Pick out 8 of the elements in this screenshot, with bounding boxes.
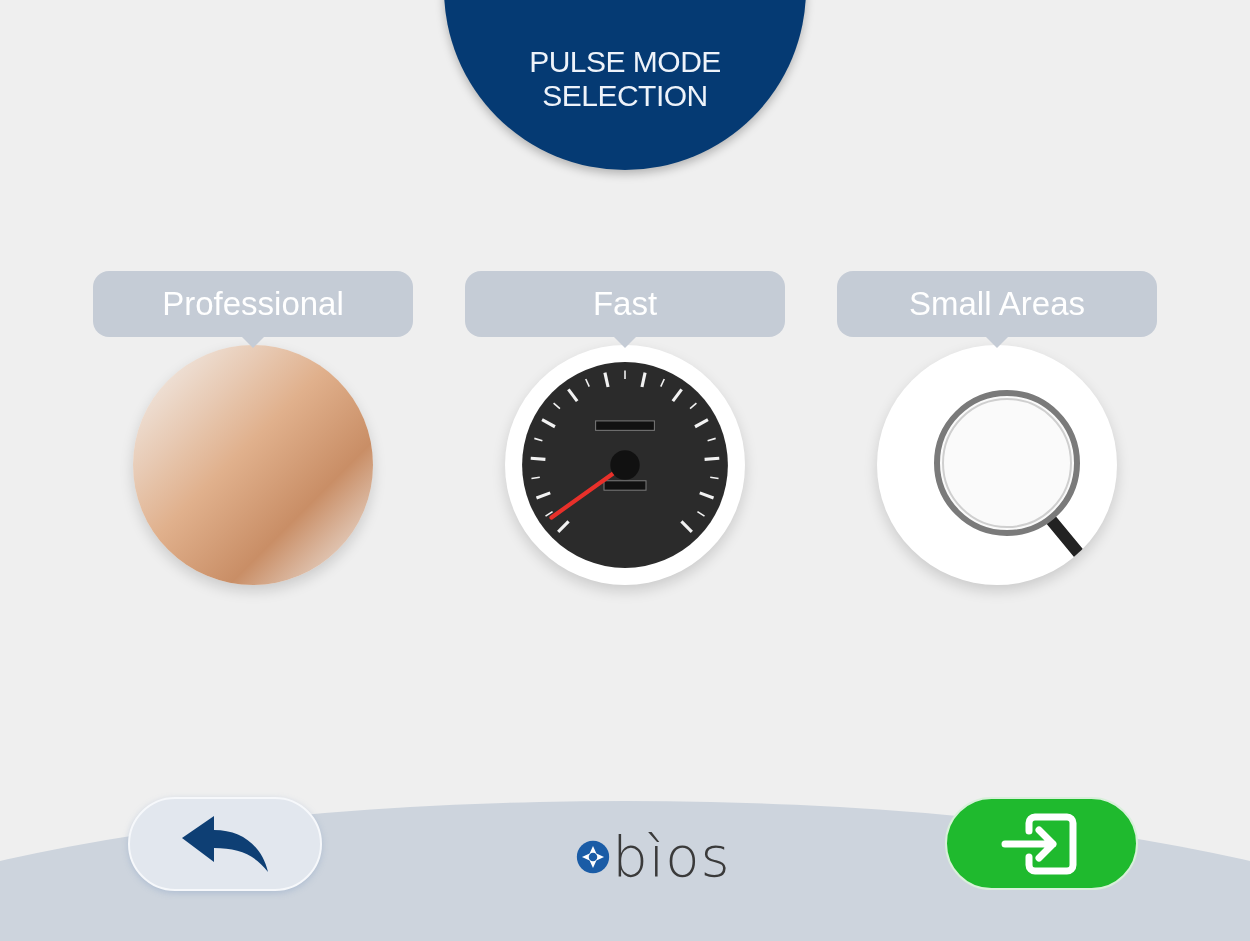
back-button[interactable]	[128, 797, 322, 891]
back-arrow-icon	[180, 814, 270, 874]
mode-label-button[interactable]: Professional	[93, 271, 413, 348]
logo-icon	[576, 840, 611, 874]
page-title: PULSE MODE SELECTION	[529, 45, 721, 114]
mode-label-button[interactable]: Fast	[465, 271, 785, 348]
logo-text: bìos	[612, 827, 731, 887]
mode-label-button[interactable]: Small Areas	[837, 271, 1157, 348]
